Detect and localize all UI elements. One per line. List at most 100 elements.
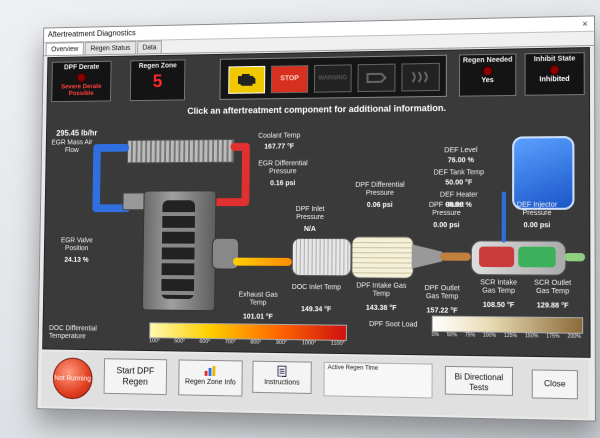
inhibit-state-value: Inhibited: [539, 75, 570, 84]
def-level-label: DEF Level: [444, 146, 478, 155]
dpf-outlet-temp-value: 157.22 °F: [426, 307, 458, 315]
exhaust-pipe: [233, 257, 292, 266]
scr-outlet-label: SCR Outlet Gas Temp: [534, 279, 572, 296]
soot-tick: 75%: [464, 332, 476, 339]
regen-needed-value: Yes: [481, 77, 494, 85]
bidirectional-tests-button[interactable]: Bi Directional Tests: [444, 365, 514, 396]
dpf-inlet-pressure-label: DPF Inlet Pressure: [295, 206, 325, 222]
coolant-label: Coolant Temp: [258, 132, 301, 140]
doc-temp-tick: 700°: [224, 339, 236, 346]
regen-needed-title: Regen Needed: [462, 56, 513, 65]
scr-inner-green: [518, 246, 556, 268]
egr-valve[interactable]: [122, 192, 146, 211]
soot-tick: 125%: [503, 332, 518, 340]
engine-cylinders: [161, 200, 196, 300]
inhibit-state-box[interactable]: Inhibit State Inhibited: [524, 52, 585, 96]
egr-pipe-blue-vertical: [92, 144, 101, 213]
dpf-outlet-pressure-value: 0.00 psi: [433, 222, 460, 230]
regen-zone-box[interactable]: Regen Zone 5: [129, 59, 186, 102]
regen-needed-led-icon: [482, 65, 493, 77]
active-regen-time-box: Active Regen Time: [323, 361, 433, 399]
egr-dp-label: EGR Differential Pressure: [258, 160, 308, 176]
not-running-label: Not Running: [54, 374, 92, 383]
egr-valve-label: EGR Valve Position: [60, 237, 93, 253]
soot-load-label: DPF Soot Load: [369, 320, 418, 329]
soot-load-bar: [431, 315, 584, 334]
exhaust-value: 101.01 °F: [242, 313, 273, 321]
egr-valve-value: 24.13 %: [64, 256, 89, 264]
scr-outlet-pipe: [564, 253, 586, 262]
close-icon[interactable]: ×: [582, 17, 588, 31]
scr-outlet-value: 129.88 °F: [536, 302, 569, 310]
window-title: Aftertreatment Diagnostics: [47, 28, 136, 39]
soot-tick: 0%: [431, 331, 440, 339]
dpf-outlet-cone: [412, 244, 443, 268]
stop-lamp: STOP: [270, 65, 309, 94]
dpf-filter[interactable]: [351, 236, 414, 279]
tab-overview[interactable]: Overview: [45, 42, 85, 56]
check-engine-icon: [228, 65, 266, 94]
dpf-inlet-pressure-value: N/A: [303, 225, 316, 234]
hest-lamp-icon: [401, 62, 440, 92]
start-regen-label: Start DPF Regen: [116, 365, 155, 387]
active-regen-time-label: Active Regen Time: [327, 364, 379, 372]
stage: Aftertreatment Diagnostics × Overview Re…: [0, 0, 600, 438]
egr-pipe-red-lower: [212, 198, 250, 207]
dpf-diff-value: 0.06 psi: [366, 201, 393, 209]
inhibit-state-title: Inhibit State: [533, 55, 576, 64]
def-level-value: 76.00 %: [447, 157, 474, 165]
coolant-value: 167.77 °F: [264, 143, 295, 151]
regen-zone-info-button[interactable]: Regen Zone Info: [178, 359, 243, 397]
def-heater-value: 98.80 %: [445, 201, 472, 209]
dpf-derate-title: DPF Derate: [63, 63, 100, 72]
regen-zone-info-label: Regen Zone Info: [185, 378, 236, 387]
info-banner: Click an aftertreatment component for ad…: [187, 102, 447, 116]
dpf-derate-box[interactable]: DPF Derate Severe Derate Possible: [51, 60, 112, 103]
doc-inlet-value: 149.34 °F: [301, 306, 332, 314]
def-injector-value: 0.00 psi: [523, 222, 551, 230]
regen-zone-chart-icon: [204, 366, 216, 377]
maf-value: 295.45 lb/hr: [56, 128, 98, 138]
start-regen-button[interactable]: Start DPF Regen: [103, 358, 168, 396]
close-button[interactable]: Close: [531, 369, 578, 400]
soot-tick: 50%: [446, 332, 458, 339]
doc-catalyst[interactable]: [291, 237, 352, 277]
app-window: Aftertreatment Diagnostics × Overview Re…: [36, 15, 597, 422]
doc-temp-tick: 100°: [149, 338, 161, 345]
def-tank-value: 50.00 °F: [445, 179, 473, 187]
warning-lamp-panel: STOP WARNING: [219, 54, 447, 100]
doc-temp-tick: 500°: [174, 338, 186, 345]
egr-dp-value: 0.16 psi: [270, 180, 296, 188]
scr-inner-red: [479, 246, 515, 268]
regen-needed-box[interactable]: Regen Needed Yes: [458, 53, 517, 97]
dpf-lamp-icon: [357, 63, 396, 93]
dpf-diff-label: DPF Differential Pressure: [355, 181, 405, 197]
dpf-derate-value: Severe Derate Possible: [61, 83, 102, 98]
egr-pipe-red-vertical: [241, 142, 250, 205]
def-tank-label: DEF Tank Temp: [433, 169, 485, 177]
instructions-document-icon: [276, 365, 288, 377]
soot-load-ticks: 0% 50% 75% 100% 125% 150% 175% 200%: [432, 332, 581, 340]
instructions-label: Instructions: [264, 378, 300, 387]
scr-intake-label: SCR Intake Gas Temp: [480, 279, 518, 295]
tab-data[interactable]: Data: [136, 40, 163, 54]
soot-tick: 150%: [525, 333, 539, 340]
inhibit-state-led-icon: [549, 64, 560, 76]
def-tank[interactable]: [512, 135, 575, 210]
soot-tick: 175%: [546, 333, 560, 340]
dpf-outlet-pipe: [440, 252, 471, 261]
warning-lamp: WARNING: [313, 64, 352, 93]
action-bar: Not Running Start DPF Regen Regen Zone I…: [41, 351, 589, 419]
def-injector-label: DEF Injector Pressure: [516, 201, 558, 217]
exhaust-label: Exhaust Gas Temp: [238, 291, 278, 307]
egr-cooler[interactable]: [126, 139, 235, 164]
maf-label: EGR Mass Air Flow: [51, 139, 93, 155]
regen-zone-value: 5: [152, 71, 163, 92]
doc-inlet-label: DOC Inlet Temp: [291, 283, 342, 292]
instructions-button[interactable]: Instructions: [252, 360, 312, 394]
doc-temp-tick: 1100°: [330, 340, 345, 347]
tab-regen-status[interactable]: Regen Status: [84, 40, 136, 55]
dpf-outlet-temp-label: DPF Outlet Gas Temp: [424, 284, 460, 301]
not-running-indicator: Not Running: [52, 357, 93, 400]
doc-temp-tick: 800°: [250, 339, 262, 346]
